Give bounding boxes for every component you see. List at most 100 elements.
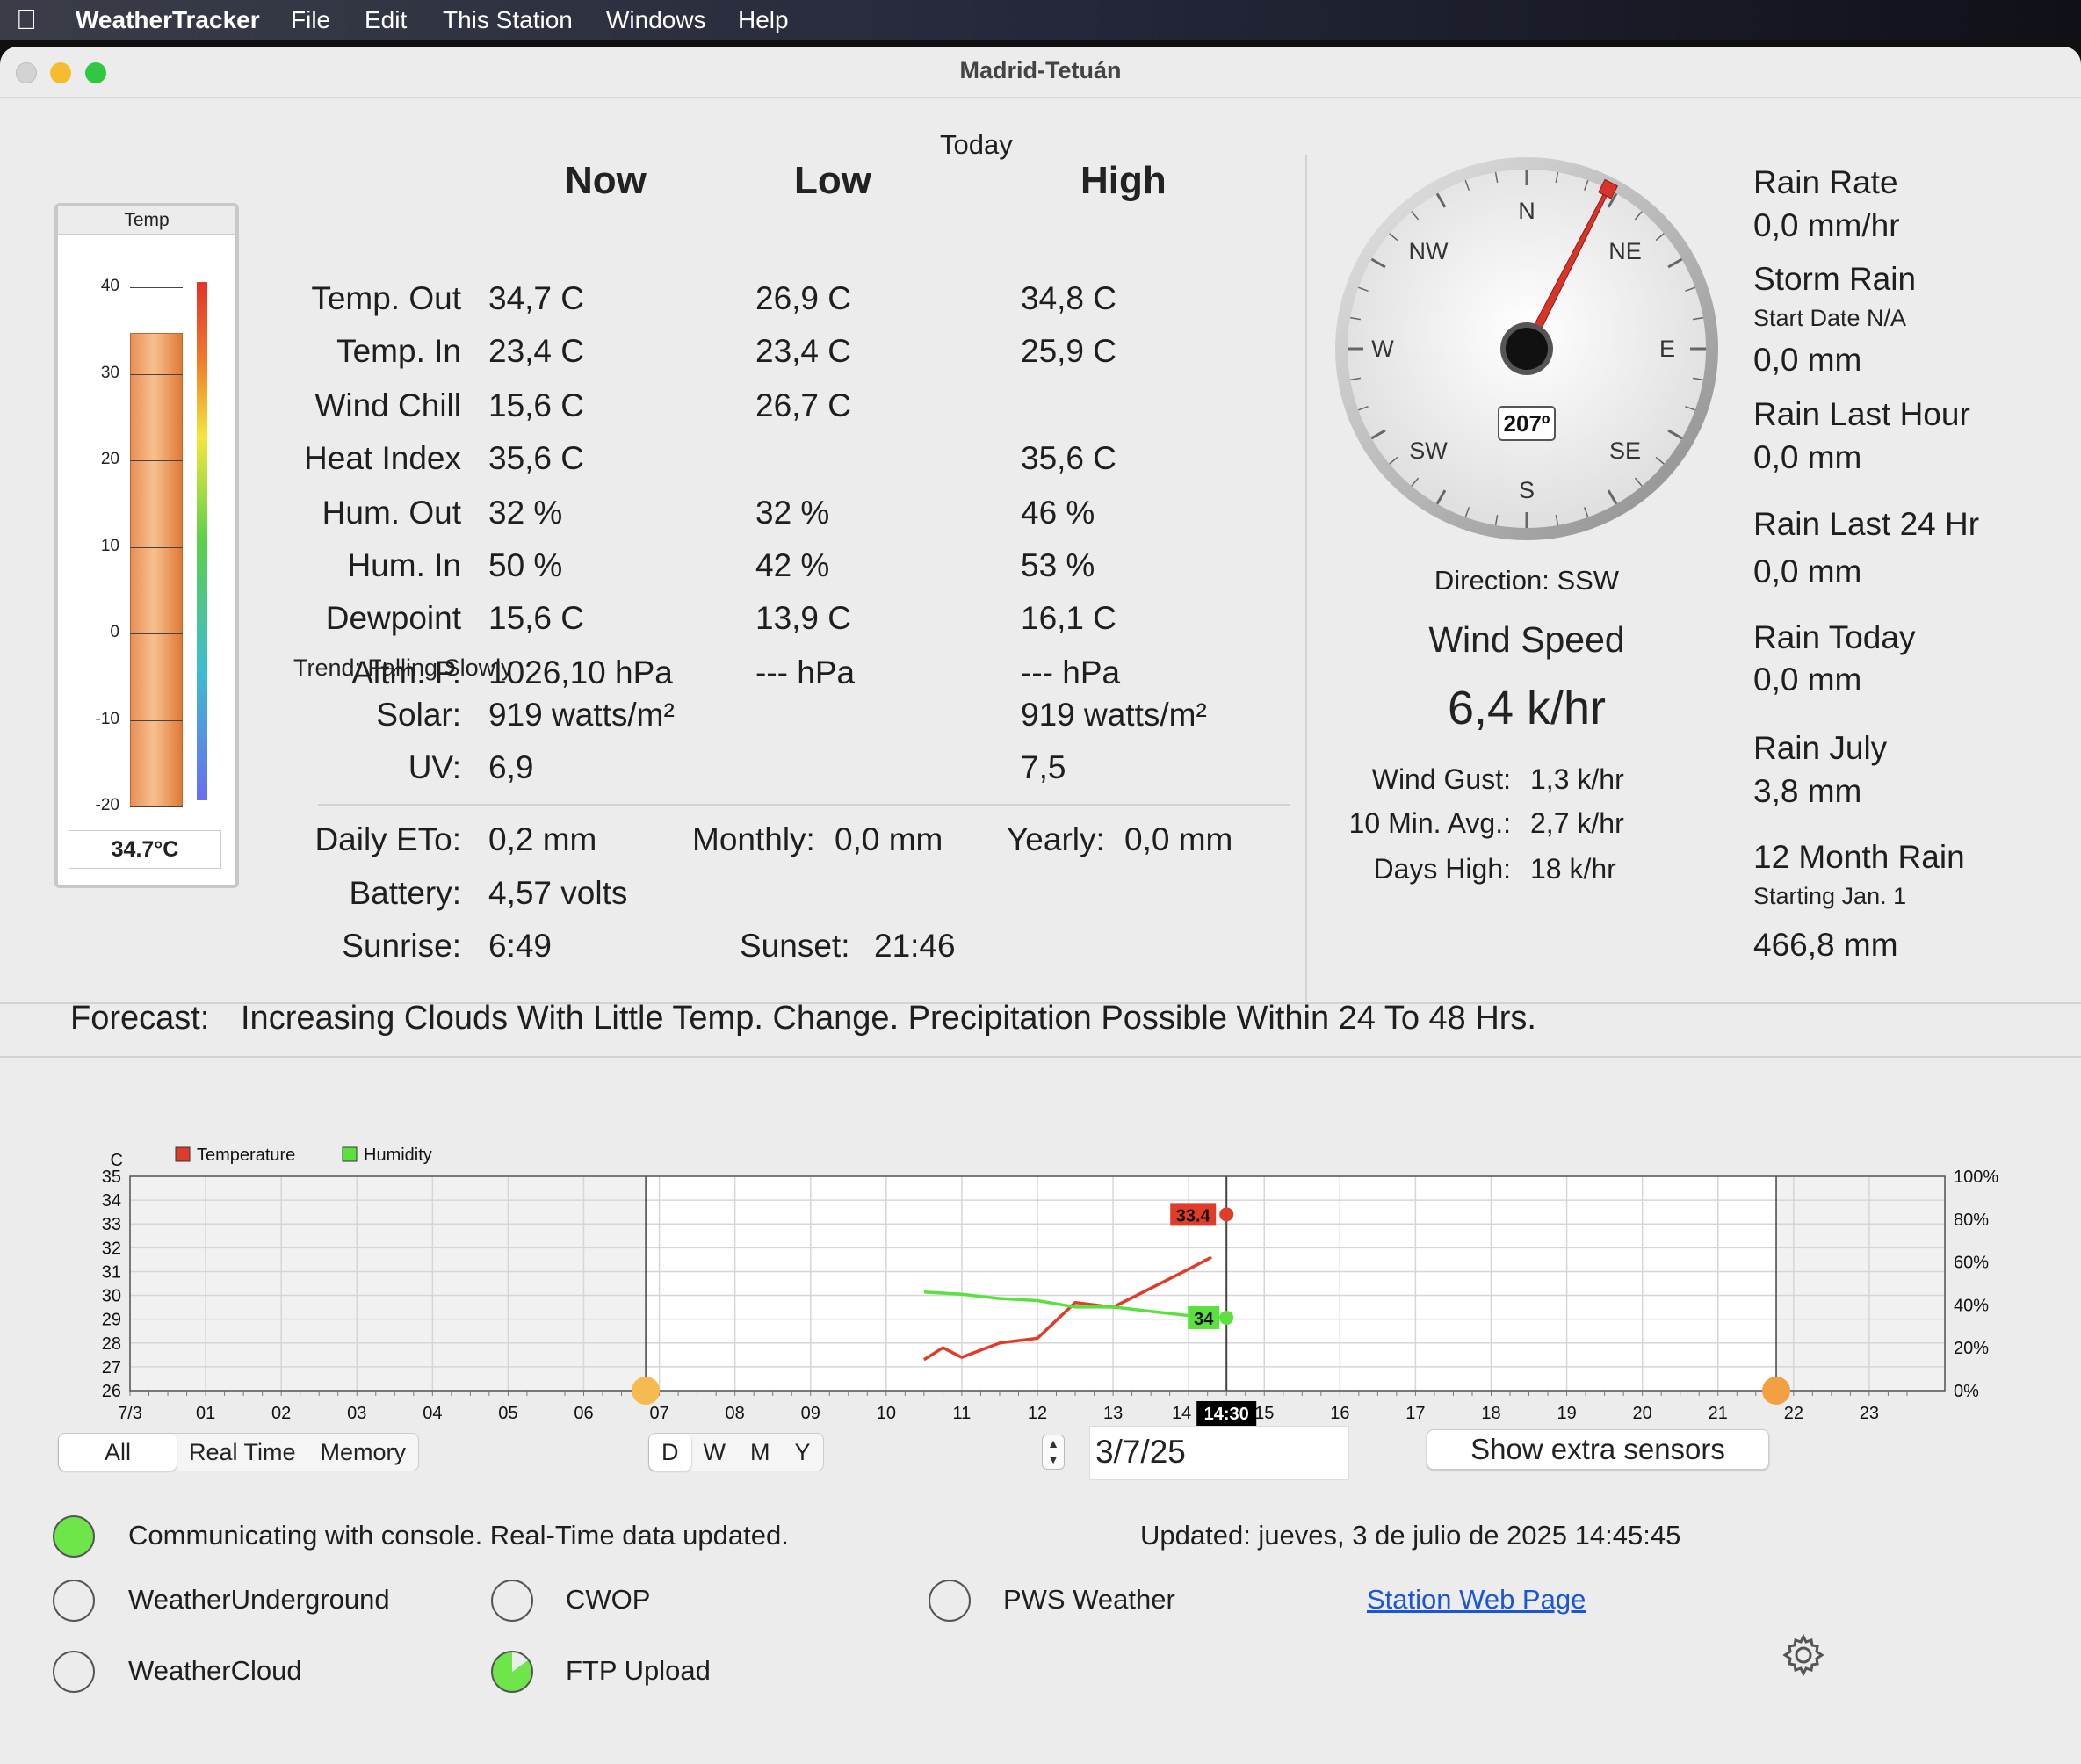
battery-value: 4,57 volts <box>488 875 628 911</box>
rain-hour-label: Rain Last Hour <box>1753 396 1970 432</box>
x-tick-label: 11 <box>953 1404 972 1423</box>
forecast-bottom-divider <box>0 1056 2081 1058</box>
thermometer-tick-label: 0 <box>110 623 119 641</box>
cwop-indicator <box>491 1580 533 1622</box>
today-label: Today <box>940 129 1013 160</box>
wind-avg-label: 10 Min. Avg.: <box>1348 807 1511 839</box>
wu-indicator <box>53 1580 95 1622</box>
row-now: 50 % <box>488 547 563 583</box>
thermometer-tick <box>130 460 183 461</box>
source-realtime[interactable]: Real Time <box>177 1434 308 1471</box>
legend-swatch <box>342 1146 358 1162</box>
temp-value-label: 33.4 <box>1176 1206 1211 1225</box>
weathercloud-label: WeatherCloud <box>128 1655 302 1686</box>
thermometer-tick <box>130 546 183 548</box>
thermometer-tick-label: 10 <box>100 536 119 555</box>
x-tick-label: 21 <box>1709 1404 1728 1423</box>
y-tick-label: 26 <box>102 1382 121 1401</box>
date-stepper[interactable]: ▲ ▼ <box>1042 1435 1065 1470</box>
updated-timestamp: Updated: jueves, 3 de julio de 2025 14:4… <box>1140 1520 1681 1551</box>
row-low: --- hPa <box>755 654 856 690</box>
x-tick-label: 01 <box>196 1404 215 1423</box>
wind-gust: 1,3 k/hr <box>1530 763 1624 795</box>
y-tick-label: 29 <box>102 1311 121 1330</box>
rain-month: 3,8 mm <box>1753 773 1862 809</box>
period-week[interactable]: W <box>691 1434 738 1471</box>
hum-value-label: 34 <box>1194 1310 1214 1329</box>
uv-high: 7,5 <box>1021 749 1066 785</box>
x-tick-label: 20 <box>1633 1404 1652 1423</box>
row-high: --- hPa <box>1021 654 1121 690</box>
y2-tick-label: 60% <box>1954 1254 1989 1273</box>
y2-tick-label: 20% <box>1954 1339 1989 1358</box>
chart-night-shade <box>1776 1176 1945 1391</box>
sunset-label: Sunset: <box>740 928 850 964</box>
compass-degrees: 207º <box>1504 410 1550 437</box>
row-high: 35,6 C <box>1021 440 1117 476</box>
rain-24h: 0,0 mm <box>1753 553 1862 589</box>
gear-icon[interactable] <box>1781 1633 1825 1677</box>
header-now: Now <box>565 159 647 202</box>
storm-rain-note: Start Date N/A <box>1753 305 1907 331</box>
date-field[interactable]: 3/7/25 <box>1089 1426 1349 1480</box>
x-tick-label: 15 <box>1254 1404 1274 1423</box>
x-tick-label: 06 <box>574 1404 593 1423</box>
compass-s: S <box>1519 477 1535 503</box>
period-day[interactable]: D <box>649 1434 691 1471</box>
y2-tick-label: 40% <box>1954 1296 1989 1315</box>
period-year[interactable]: Y <box>782 1434 822 1471</box>
menu-help[interactable]: Help <box>738 6 789 34</box>
row-low: 32 % <box>755 495 830 531</box>
legend-label: Temperature <box>197 1146 295 1165</box>
compass-hub <box>1506 328 1548 370</box>
row-high: 46 % <box>1021 495 1095 531</box>
thermometer-color-scale <box>197 282 207 800</box>
y-tick-label: 27 <box>102 1358 121 1377</box>
legend-swatch <box>175 1146 191 1162</box>
show-extra-sensors-button[interactable]: Show extra sensors <box>1427 1429 1769 1470</box>
period-month[interactable]: M <box>738 1434 783 1471</box>
menu-windows[interactable]: Windows <box>606 6 706 34</box>
thermometer-widget: Temp 40 30 20 10 0 -10 -20 34.7°C <box>54 203 239 888</box>
y-tick-label: 30 <box>102 1287 121 1306</box>
y-tick-label: 34 <box>102 1191 121 1211</box>
thermometer-tick-label: 40 <box>100 277 119 295</box>
x-tick-label: 03 <box>347 1404 366 1423</box>
x-tick-label: 07 <box>649 1404 668 1423</box>
rain-month-label: Rain July <box>1753 730 1888 766</box>
row-label: Hum. In <box>347 547 461 583</box>
compass-se: SE <box>1609 437 1641 464</box>
uv-label: UV: <box>408 749 461 785</box>
chart-sunrise-marker <box>632 1377 661 1405</box>
thermometer-tick <box>130 287 183 288</box>
forecast-text: Increasing Clouds With Little Temp. Chan… <box>241 1000 1536 1037</box>
x-tick-label: 14 <box>1172 1404 1191 1423</box>
wind-dayhigh: 18 k/hr <box>1530 853 1616 885</box>
x-tick-label: 23 <box>1860 1404 1879 1423</box>
eto-label: Daily ETo: <box>314 821 461 857</box>
source-all[interactable]: All <box>59 1434 177 1471</box>
row-low: 13,9 C <box>755 600 852 636</box>
uv-now: 6,9 <box>488 749 534 785</box>
wind-speed: 6,4 k/hr <box>1447 682 1607 734</box>
source-memory[interactable]: Memory <box>308 1434 419 1471</box>
row-low: 26,9 C <box>755 280 852 316</box>
thermometer-fill <box>130 333 183 806</box>
rain-today: 0,0 mm <box>1753 662 1862 698</box>
title-bar: Madrid-Tetuán <box>0 47 2081 98</box>
row-low: 42 % <box>755 547 830 583</box>
menu-this-station[interactable]: This Station <box>443 6 573 34</box>
menu-edit[interactable]: Edit <box>365 6 407 34</box>
y-tick-label: 33 <box>102 1215 121 1234</box>
pressure-trend: Trend: Falling Slowly <box>293 654 513 681</box>
header-low: Low <box>794 159 871 202</box>
row-low: 23,4 C <box>755 333 852 369</box>
station-web-page-link[interactable]: Station Web Page <box>1367 1584 1586 1616</box>
menu-app-name[interactable]: WeatherTracker <box>76 6 260 34</box>
wind-speed-label: Wind Speed <box>1428 619 1625 660</box>
apple-icon[interactable]:  <box>16 4 37 36</box>
menu-file[interactable]: File <box>291 6 330 34</box>
x-tick-label: 17 <box>1405 1404 1425 1423</box>
eto-yearly: 0,0 mm <box>1124 821 1233 857</box>
thermometer-tick <box>130 633 183 634</box>
